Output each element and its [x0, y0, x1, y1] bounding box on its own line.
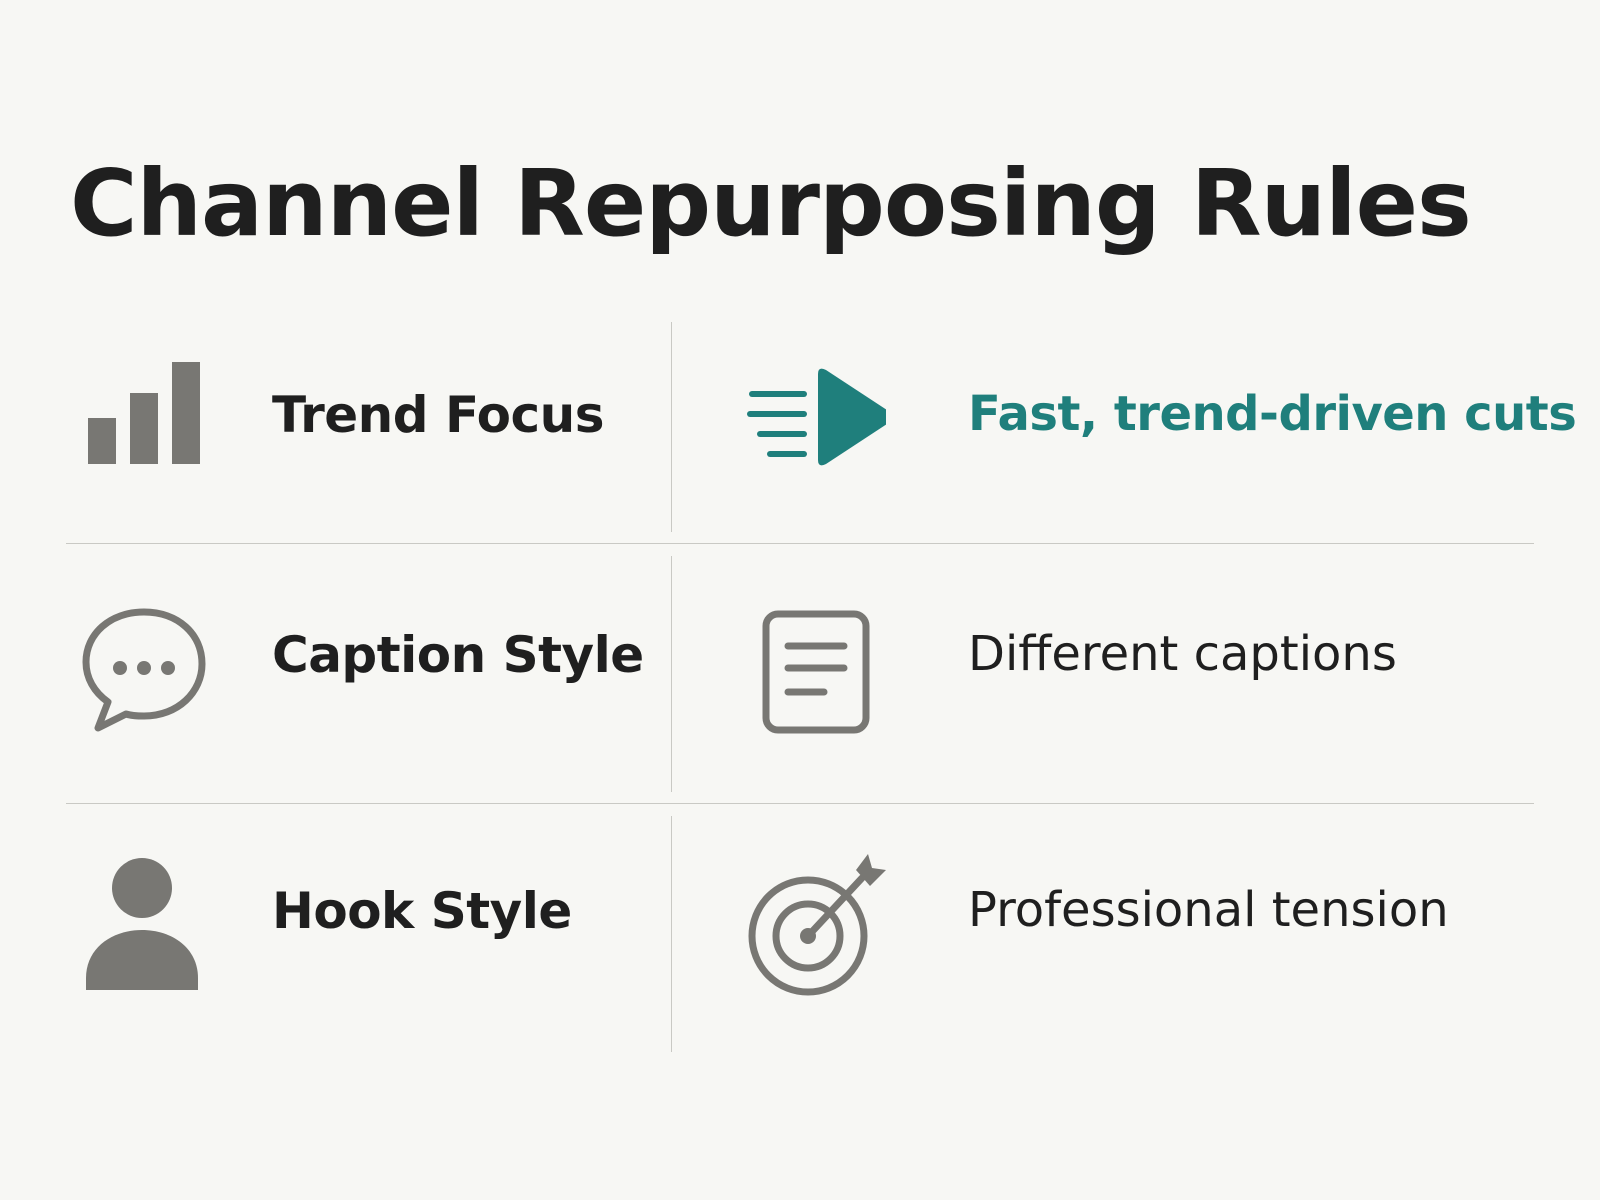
document-icon — [746, 606, 886, 736]
column-divider — [671, 556, 672, 792]
column-divider — [671, 816, 672, 1052]
row-divider — [66, 803, 1534, 804]
column-divider — [671, 322, 672, 532]
rule-label: Hook Style — [272, 882, 572, 940]
rule-label: Trend Focus — [272, 386, 604, 444]
person-icon — [80, 848, 208, 998]
bar-chart-icon — [80, 360, 208, 480]
row-divider — [66, 543, 1534, 544]
page-title: Channel Repurposing Rules — [70, 150, 1472, 257]
rule-row-trend-focus: Trend Focus Fast, trend-driven cuts — [66, 320, 1577, 544]
rule-value: Fast, trend-driven cuts — [968, 386, 1577, 442]
rules-table: Trend Focus Fast, trend-driven cuts Capt… — [66, 320, 1577, 1052]
rule-row-hook-style: Hook Style Professional tension — [66, 804, 1534, 1052]
rule-value: Different captions — [968, 626, 1397, 682]
target-icon — [746, 848, 886, 998]
chat-bubble-icon — [80, 606, 208, 736]
rule-row-caption-style: Caption Style Different captions — [66, 544, 1534, 804]
rule-label: Caption Style — [272, 626, 644, 684]
fast-play-icon — [746, 360, 886, 480]
rule-value: Professional tension — [968, 882, 1449, 938]
